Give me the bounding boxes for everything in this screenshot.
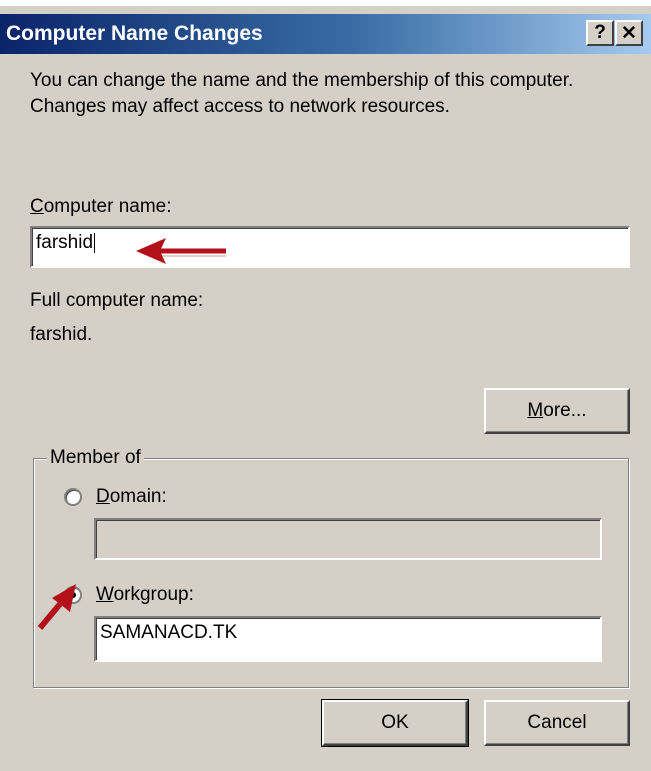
help-icon: ? xyxy=(594,22,606,43)
computer-name-changes-dialog: Computer Name Changes ? ✕ You can change… xyxy=(0,6,651,771)
full-computer-name-label: Full computer name: xyxy=(30,290,204,311)
member-of-legend: Member of xyxy=(47,447,144,469)
domain-label: Domain: xyxy=(96,486,167,507)
intro-text: You can change the name and the membersh… xyxy=(30,70,574,117)
more-button[interactable]: More... xyxy=(484,388,630,434)
radio-selected-dot xyxy=(70,592,76,598)
computer-name-input[interactable]: farshid xyxy=(30,226,630,268)
ok-button[interactable]: OK xyxy=(321,699,469,747)
cancel-button[interactable]: Cancel xyxy=(484,700,630,746)
domain-radio[interactable] xyxy=(64,488,82,506)
close-icon: ✕ xyxy=(621,22,637,44)
domain-input[interactable] xyxy=(94,518,602,560)
workgroup-label: Workgroup: xyxy=(96,584,194,605)
help-button[interactable]: ? xyxy=(586,20,614,46)
text-cursor xyxy=(94,232,96,253)
workgroup-input[interactable]: SAMANACD.TK xyxy=(94,616,602,662)
title-bar: Computer Name Changes ? ✕ xyxy=(0,14,651,54)
workgroup-value: SAMANACD.TK xyxy=(100,622,238,643)
full-computer-name-value: farshid. xyxy=(30,324,93,345)
computer-name-label: Computer name: xyxy=(30,196,172,217)
workgroup-radio[interactable] xyxy=(64,586,82,604)
computer-name-value: farshid xyxy=(36,232,94,253)
window-title: Computer Name Changes xyxy=(6,22,263,45)
close-button[interactable]: ✕ xyxy=(615,20,643,46)
